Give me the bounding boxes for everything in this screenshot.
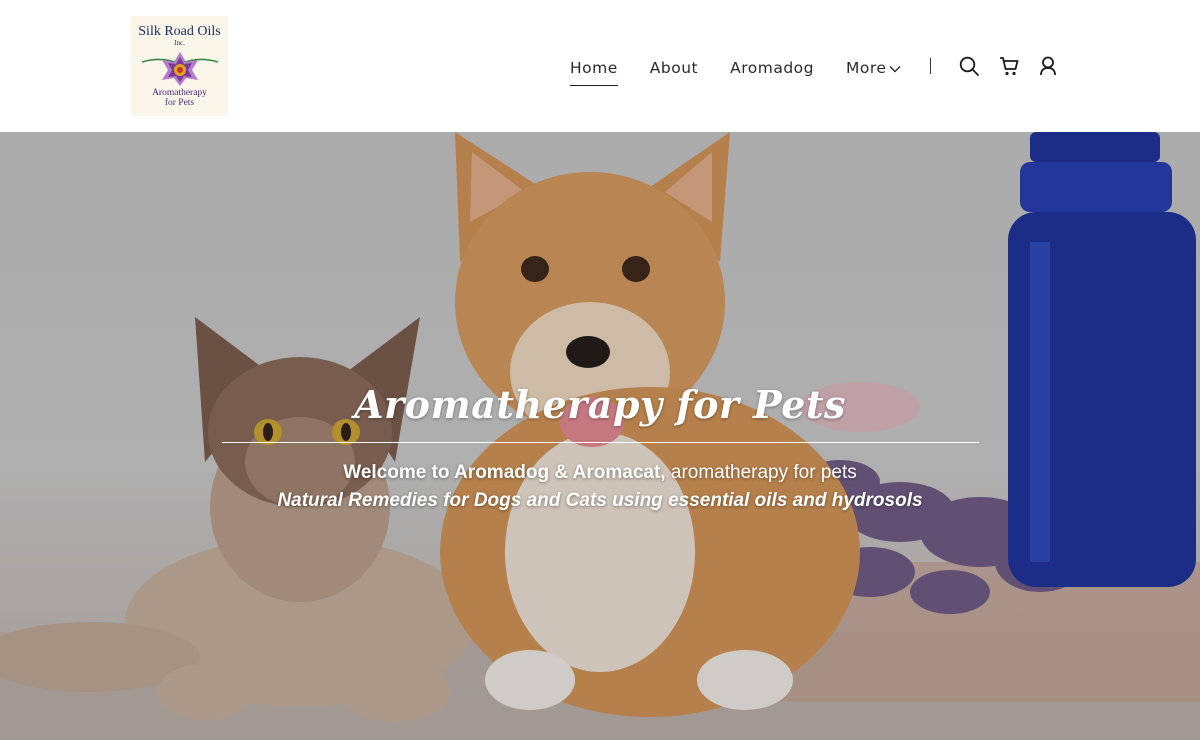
hero-title: Aromatherapy for Pets xyxy=(354,382,846,427)
hero-subtitle-rest: aromatherapy for pets xyxy=(665,462,857,483)
nav-aromadog[interactable]: Aromadog xyxy=(730,58,814,78)
logo-subtitle-line1: Aromatherapy xyxy=(152,88,207,98)
logo-title: Silk Road Oils xyxy=(138,24,221,39)
hero-tagline: Natural Remedies for Dogs and Cats using… xyxy=(277,490,923,511)
logo-inc: Inc. xyxy=(174,39,185,47)
lotus-emblem-icon xyxy=(141,52,218,86)
main-nav: Home About Aromadog More xyxy=(570,58,933,86)
search-icon[interactable] xyxy=(958,55,980,77)
nav-home[interactable]: Home xyxy=(570,58,618,86)
logo-subtitle-line2: for Pets xyxy=(164,98,195,108)
chevron-down-icon xyxy=(889,65,901,72)
nav-about[interactable]: About xyxy=(650,58,698,78)
nav-more-label: More xyxy=(846,59,887,77)
nav-divider xyxy=(930,58,931,74)
hero-divider xyxy=(222,442,979,443)
hero-banner: Aromatherapy for Pets Welcome to Aromado… xyxy=(0,132,1200,740)
site-header: Silk Road Oils Inc. Aromatherapy for Pet… xyxy=(0,0,1200,132)
cart-icon[interactable] xyxy=(998,55,1020,77)
site-logo[interactable]: Silk Road Oils Inc. Aromatherapy for Pet… xyxy=(131,16,228,116)
hero-overlay xyxy=(0,132,1200,740)
account-icon[interactable] xyxy=(1037,55,1059,77)
nav-more[interactable]: More xyxy=(846,58,901,78)
hero-subtitle-bold: Welcome to Aromadog & Aromacat, xyxy=(343,462,666,483)
hero-subtitle: Welcome to Aromadog & Aromacat, aromathe… xyxy=(0,462,1200,484)
